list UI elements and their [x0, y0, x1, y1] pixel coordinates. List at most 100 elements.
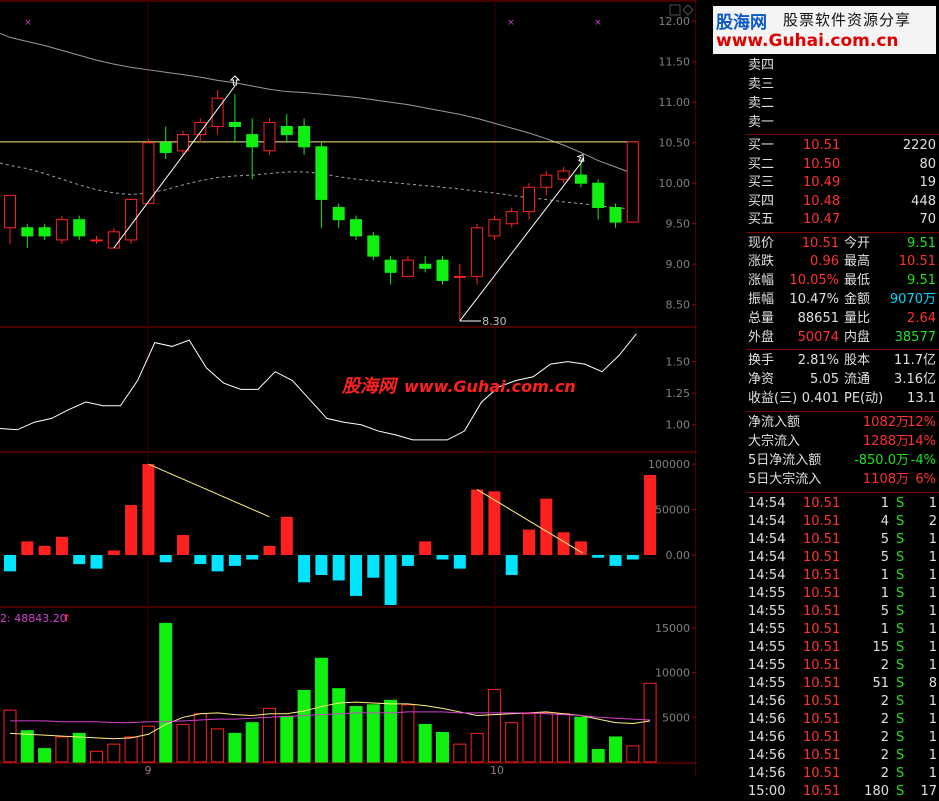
- tick-price: 10.51: [803, 640, 841, 656]
- flow-bar: [609, 555, 622, 566]
- tick-price: 10.51: [803, 748, 841, 764]
- tick-side: S: [896, 550, 905, 566]
- candle: [332, 207, 345, 221]
- volume-bar: [124, 736, 138, 763]
- tick-side: S: [896, 586, 905, 602]
- candle: [626, 141, 639, 223]
- candle: [315, 146, 328, 200]
- stat-value: 2.64: [907, 310, 936, 326]
- stat-value: 0.401: [801, 391, 839, 407]
- tick-row: 14:56 10.51 2 S 1: [746, 711, 939, 729]
- volume-bar: [522, 713, 536, 763]
- flow-bar: [125, 505, 138, 555]
- tick-side: S: [896, 604, 905, 620]
- flow-value: 1108万: [862, 472, 909, 488]
- tick-side: S: [896, 496, 905, 512]
- tick-time: 14:55: [748, 586, 786, 602]
- stat-value: 2.81%: [797, 353, 839, 369]
- tick-time: 14:54: [748, 496, 786, 512]
- candle: [55, 219, 68, 241]
- stat-row: 总量 88651 量比 2.64: [746, 310, 939, 328]
- candle: [211, 97, 224, 128]
- flow-bar: [350, 555, 362, 596]
- tick-row: 14:56 10.51 2 S 1: [746, 693, 939, 711]
- stat-row: 收益(三) 0.401 PE(动) 13.1: [746, 390, 939, 408]
- tick-volume: 1: [880, 622, 889, 638]
- tick-time: 14:55: [748, 658, 786, 674]
- watermark: 股海网 www.Guhai.com.cn: [342, 372, 576, 398]
- flow-pct: 14%: [907, 434, 936, 450]
- buy-price: 10.47: [803, 212, 841, 227]
- vol-ma2-line: [10, 711, 651, 724]
- volume-bar: [384, 699, 398, 763]
- flow-label: 净流入额: [748, 415, 801, 431]
- volume-bar: [453, 743, 467, 763]
- stat-row: 涨幅 10.05% 最低 9.51: [746, 272, 939, 290]
- price-tick-label: 9.00: [666, 258, 691, 271]
- flow-bar: [38, 545, 51, 555]
- tick-price: 10.51: [803, 712, 841, 728]
- up-arrow-marker: [576, 153, 585, 163]
- buy-volume: 448: [911, 193, 936, 209]
- candle: [453, 275, 466, 278]
- stat-label: 振幅: [748, 291, 775, 307]
- tick-count: 1: [928, 496, 937, 512]
- tick-count: 1: [928, 586, 937, 602]
- stat-label: 涨幅: [748, 273, 775, 289]
- sell-label: 卖四: [748, 58, 775, 73]
- tick-row: 14:56 10.51 2 S 1: [746, 747, 939, 765]
- watermark-url: www.Guhai.com.cn: [404, 377, 576, 396]
- tick-volume: 180: [864, 784, 889, 800]
- tick-side: S: [896, 568, 905, 584]
- tick-time: 14:55: [748, 676, 786, 692]
- flow-tick-label: 100000: [648, 458, 690, 471]
- flow-bar: [315, 555, 328, 575]
- tick-row: 14:55 10.51 2 S 1: [746, 657, 939, 675]
- buy-price: 10.48: [803, 193, 841, 209]
- tick-row: 15:00 10.51 180 S 17: [746, 783, 939, 801]
- candle: [298, 126, 311, 148]
- candle: [557, 170, 570, 180]
- tick-count: 1: [928, 550, 937, 566]
- tick-count: 2: [928, 514, 937, 530]
- stat-label: 今开: [844, 235, 871, 251]
- buy-row: 买五 10.47 70: [746, 211, 939, 229]
- tick-row: 14:56 10.51 2 S 1: [746, 729, 939, 747]
- tick-time: 14:54: [748, 550, 786, 566]
- sell-label: 卖三: [748, 77, 775, 92]
- flow-bar: [55, 536, 68, 555]
- sell-row: 卖一: [746, 114, 939, 132]
- tick-volume: 5: [880, 550, 889, 566]
- divider: [746, 231, 939, 233]
- price-tick-label: 11.50: [659, 56, 691, 69]
- price-tick-label: 10.50: [659, 137, 691, 150]
- stat-value: 10.51: [898, 254, 936, 270]
- flow-bar: [90, 555, 103, 569]
- tick-price: 10.51: [803, 532, 841, 548]
- volume-bar: [366, 704, 380, 763]
- window-control: [682, 4, 694, 16]
- tick-row: 14:55 10.51 5 S 1: [746, 603, 939, 621]
- flow-bar: [574, 541, 587, 555]
- tick-count: 1: [928, 712, 937, 728]
- volume-bar: [314, 657, 328, 763]
- tick-side: S: [896, 712, 905, 728]
- flow-bar: [401, 555, 414, 566]
- ratio-tick-label: 1.50: [666, 356, 691, 369]
- stat-value: 9070万: [889, 291, 936, 307]
- tick-price: 10.51: [803, 586, 841, 602]
- volume-bar: [436, 731, 449, 763]
- tick-volume: 51: [872, 676, 889, 692]
- flow-label: 5日净流入额: [748, 453, 822, 469]
- vol-tick-label: 5000: [662, 711, 690, 724]
- flow-row: 大宗流入 1288万 14%: [746, 433, 939, 451]
- tick-price: 10.51: [803, 784, 841, 800]
- stat-value: 10.51: [801, 235, 839, 251]
- tick-time: 14:54: [748, 514, 786, 530]
- tick-side: S: [896, 694, 905, 710]
- vol-up-arrow: ↑: [62, 612, 71, 625]
- candle: [436, 259, 449, 281]
- stat-label: 总量: [748, 310, 775, 326]
- tick-price: 10.51: [803, 550, 841, 566]
- volume-bar: [38, 748, 52, 763]
